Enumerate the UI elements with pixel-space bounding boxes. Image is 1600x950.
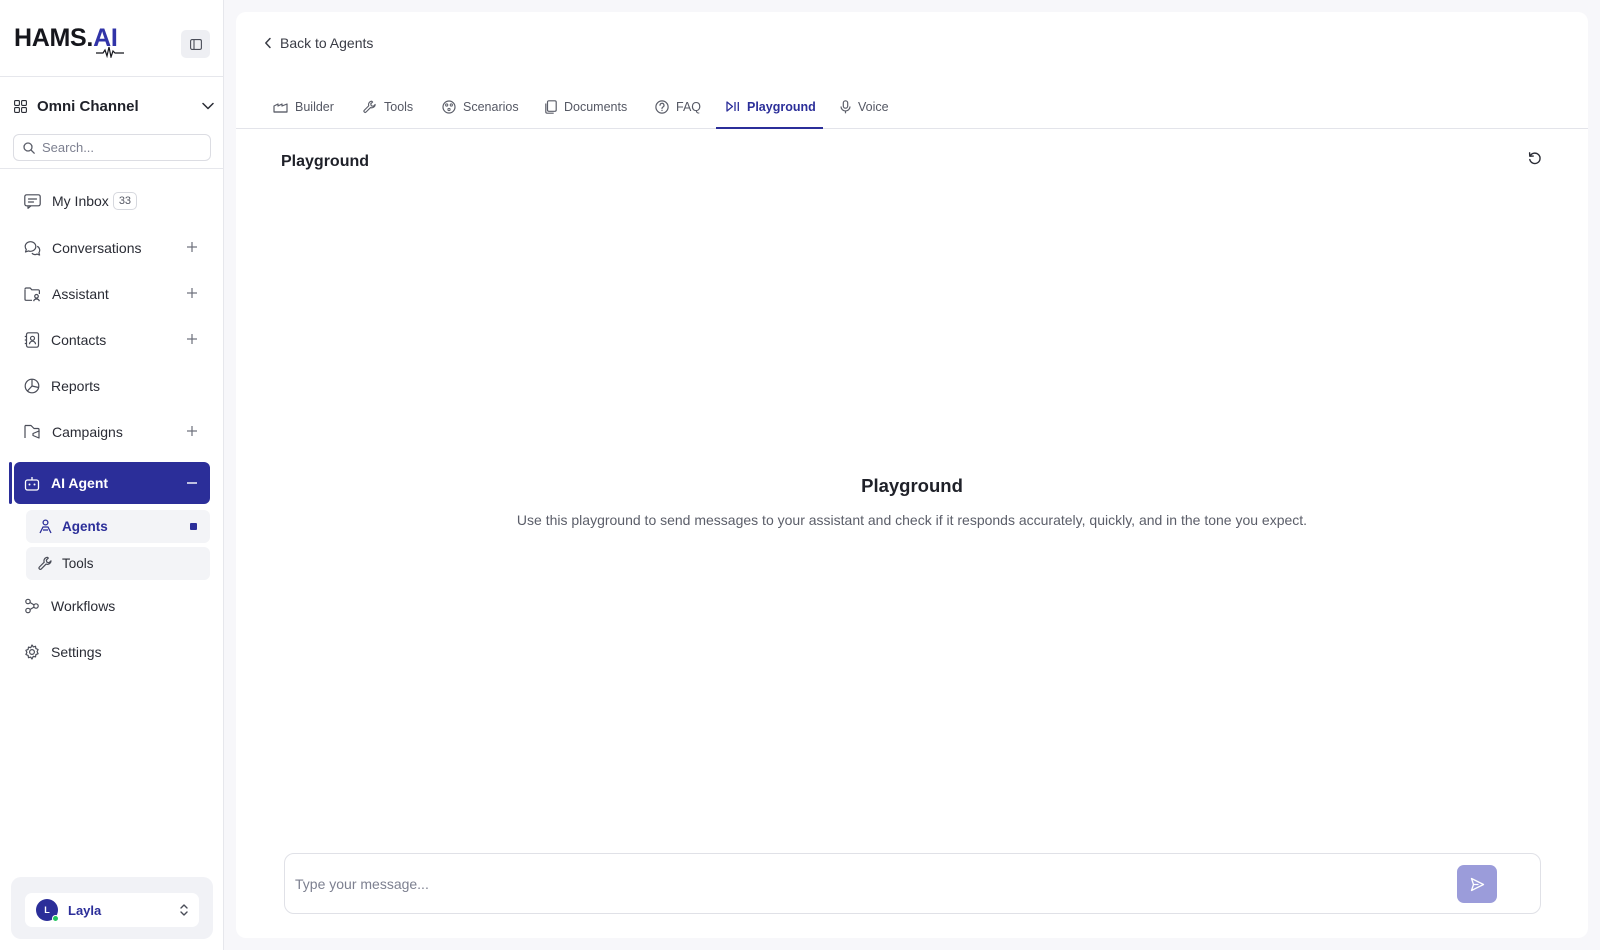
message-input[interactable]	[295, 873, 1435, 895]
refresh-icon	[1528, 152, 1541, 165]
plus-icon[interactable]	[186, 287, 198, 299]
workflow-icon	[25, 598, 39, 614]
minus-icon[interactable]	[186, 477, 198, 489]
search-input[interactable]	[42, 140, 202, 155]
tab-scenarios[interactable]: Scenarios	[442, 84, 519, 129]
send-icon	[1470, 877, 1484, 891]
gear-icon	[25, 644, 39, 660]
avatar-initial: L	[44, 905, 50, 915]
tab-label: FAQ	[676, 99, 702, 114]
sidebar-item-settings[interactable]: Settings	[14, 634, 210, 670]
user-card: L Layla	[11, 877, 213, 939]
tab-tools[interactable]: Tools	[363, 84, 413, 129]
tab-documents[interactable]: Documents	[545, 84, 627, 129]
microphone-icon	[840, 99, 851, 113]
workspace-name: Omni Channel	[37, 97, 139, 115]
sidebar-item-assistant[interactable]: Assistant	[14, 276, 210, 312]
agent-tabs: Builder Tools Scenarios Documents FAQ Pl…	[236, 84, 1588, 129]
sidebar-subitem-tools[interactable]: Tools	[26, 547, 210, 580]
tab-label: Playground	[747, 99, 816, 114]
pie-chart-icon	[24, 378, 40, 394]
chat-bubbles-icon	[24, 241, 41, 256]
sidebar-item-contacts[interactable]: Contacts	[14, 322, 210, 358]
tab-label: Voice	[858, 99, 889, 114]
tab-voice[interactable]: Voice	[840, 84, 889, 129]
sidebar-item-reports[interactable]: Reports	[14, 368, 210, 404]
active-dot	[190, 523, 197, 530]
send-button[interactable]	[1457, 865, 1497, 903]
chevrons-up-down-icon	[180, 904, 188, 916]
tab-label: Tools	[384, 99, 414, 114]
avatar: L	[36, 899, 59, 922]
active-tab-underline	[716, 127, 823, 129]
plus-icon[interactable]	[186, 333, 198, 345]
folder-user-icon	[24, 286, 40, 301]
contact-book-icon	[24, 332, 40, 348]
sidebar-item-workflows[interactable]: Workflows	[14, 588, 210, 624]
robot-icon	[24, 476, 40, 491]
sidebar-item-label: Tools	[62, 556, 94, 571]
brand-name-prefix: HAMS.	[14, 24, 94, 52]
sidebar-item-label: Agents	[62, 519, 108, 534]
reset-conversation-button[interactable]	[1523, 146, 1547, 170]
online-status-dot	[52, 915, 59, 922]
sidebar-item-label: Reports	[51, 378, 101, 394]
empty-state-description: Use this playground to send messages to …	[516, 512, 1308, 528]
inbox-icon	[24, 193, 41, 209]
sidebar-search	[13, 134, 211, 161]
wrench-icon	[363, 100, 376, 113]
agent-sparkle-icon	[39, 519, 52, 534]
sidebar-subitem-agents[interactable]: Agents	[26, 510, 210, 543]
message-composer	[284, 853, 1541, 914]
tab-label: Builder	[295, 99, 334, 114]
sidebar-item-ai-agent[interactable]: AI Agent	[14, 462, 210, 504]
tab-label: Scenarios	[463, 99, 519, 114]
tab-builder[interactable]: Builder	[273, 84, 334, 129]
sidebar-item-conversations[interactable]: Conversations	[14, 230, 210, 266]
builder-icon	[273, 103, 288, 113]
inbox-count-badge: 33	[112, 192, 138, 210]
plus-icon[interactable]	[186, 425, 198, 437]
sidebar-item-inbox[interactable]: My Inbox 33	[14, 183, 210, 219]
search-icon	[23, 141, 35, 154]
sidebar-collapse-button[interactable]	[181, 30, 210, 58]
tab-faq[interactable]: FAQ	[655, 84, 701, 129]
grid-icon	[14, 99, 27, 113]
chevron-down-icon	[202, 102, 214, 110]
wrench-icon	[38, 556, 52, 570]
plus-icon[interactable]	[186, 241, 198, 253]
divider	[0, 168, 223, 169]
sidebar-item-label: Settings	[51, 644, 102, 660]
tab-playground[interactable]: Playground	[726, 84, 816, 129]
main-panel: Back to Agents Builder Tools Scenarios D…	[236, 12, 1588, 938]
soundwave-icon	[96, 46, 124, 58]
play-pause-icon	[726, 101, 739, 112]
empty-state-title: Playground	[861, 475, 963, 496]
back-link-label: Back to Agents	[280, 35, 374, 51]
sidebar-item-campaigns[interactable]: Campaigns	[14, 414, 210, 450]
workspace-selector[interactable]: Omni Channel	[14, 94, 214, 118]
megaphone-icon	[24, 424, 40, 439]
tab-label: Documents	[564, 99, 628, 114]
sidebar-toggle-icon	[189, 38, 202, 50]
sidebar-item-label: Workflows	[51, 598, 116, 614]
logo-row: HAMS.AI	[0, 0, 223, 77]
document-icon	[545, 99, 557, 114]
help-circle-icon	[655, 99, 669, 114]
chevron-left-icon	[265, 37, 271, 49]
user-switcher[interactable]: L Layla	[25, 893, 199, 927]
active-indicator	[9, 462, 12, 504]
back-to-agents-link[interactable]: Back to Agents	[264, 32, 373, 54]
sidebar: HAMS.AI Omni Channel Search... My Inbox …	[0, 0, 224, 950]
scenarios-icon	[442, 99, 456, 114]
user-name: Layla	[68, 902, 102, 918]
section-title: Playground	[281, 153, 370, 170]
sidebar-item-label: My Inbox	[52, 193, 109, 209]
